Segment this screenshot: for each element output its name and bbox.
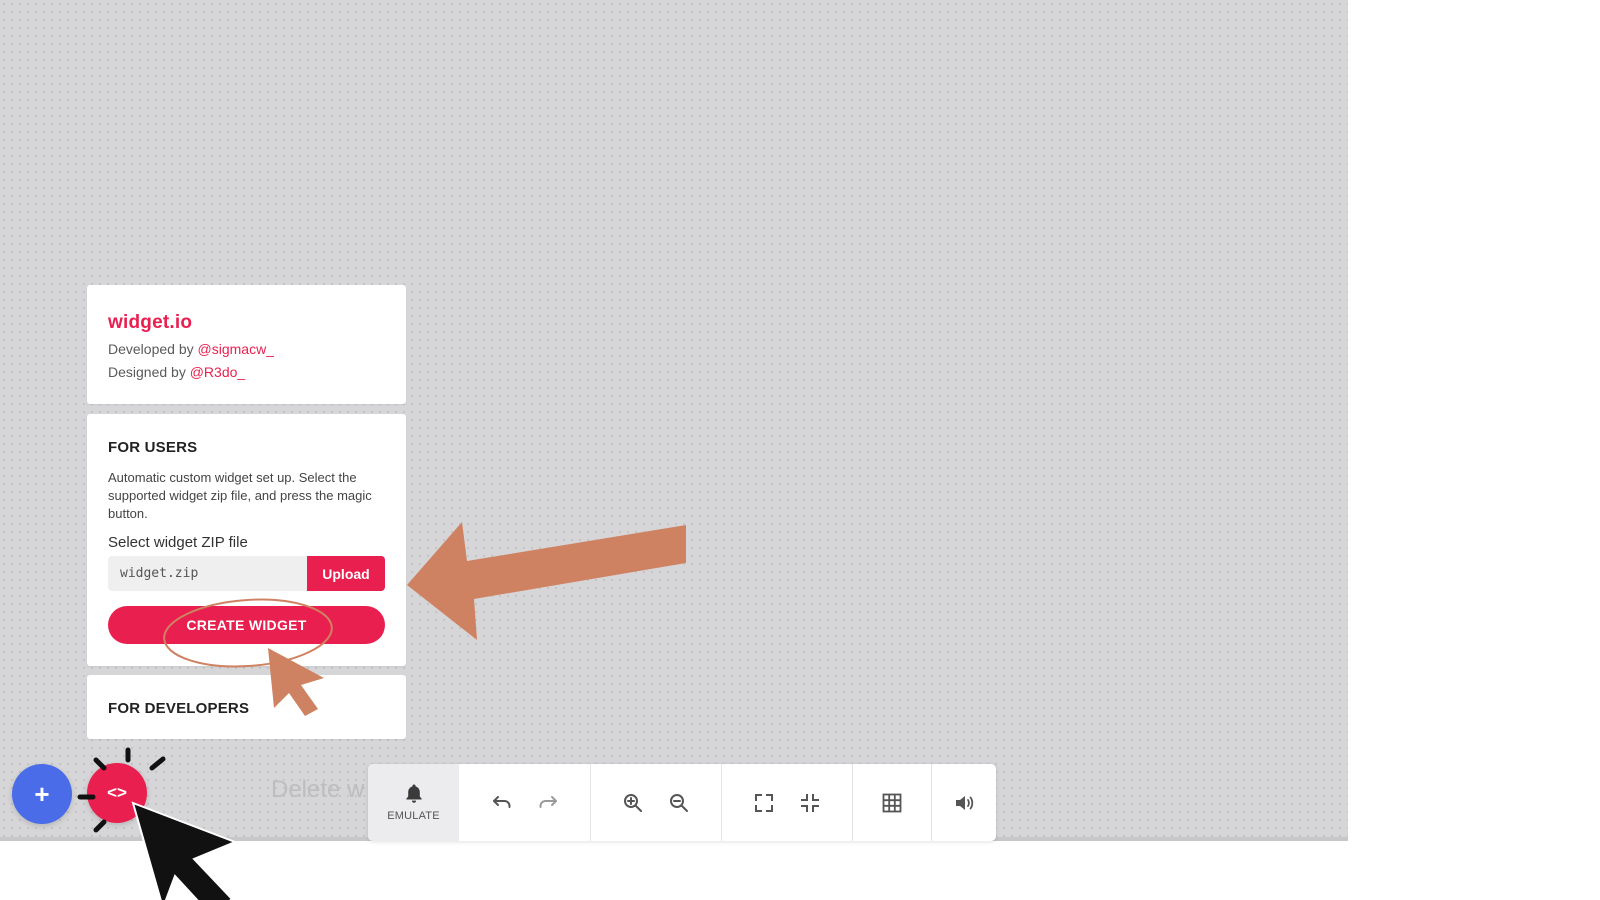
zip-file-field[interactable] xyxy=(108,556,307,591)
redo-icon xyxy=(539,795,557,808)
sound-toggle-button[interactable] xyxy=(941,780,987,826)
developed-by-label: Developed by xyxy=(108,341,194,357)
emulate-button[interactable]: EMULATE xyxy=(368,764,459,841)
fullscreen-icon xyxy=(755,793,773,812)
undo-button[interactable] xyxy=(479,780,525,826)
exit-fullscreen-button[interactable] xyxy=(787,780,833,826)
designer-link[interactable]: @R3do_ xyxy=(190,364,245,380)
add-widget-button[interactable]: + xyxy=(12,764,72,824)
designed-by-label: Designed by xyxy=(108,364,186,380)
zoom-out-button[interactable] xyxy=(656,780,702,826)
bell-icon xyxy=(405,784,422,803)
zip-file-label: Select widget ZIP file xyxy=(108,534,248,551)
history-group xyxy=(459,764,590,841)
zoom-group xyxy=(590,764,721,841)
app-title: widget.io xyxy=(108,312,193,333)
developed-by-line: Developed by @sigmacw_ xyxy=(108,341,274,357)
undo-icon xyxy=(492,795,510,808)
app-info-card: widget.io Developed by @sigmacw_ Designe… xyxy=(87,285,406,404)
upload-button[interactable]: Upload xyxy=(307,556,385,591)
bottom-toolbar: EMULATE xyxy=(368,764,996,841)
exit-fullscreen-icon xyxy=(801,793,819,812)
zoom-in-button[interactable] xyxy=(610,780,656,826)
sound-group xyxy=(931,764,996,841)
create-widget-button[interactable]: CREATE WIDGET xyxy=(108,606,385,644)
volume-icon xyxy=(956,795,974,810)
grid-group xyxy=(852,764,931,841)
designed-by-line: Designed by @R3do_ xyxy=(108,364,245,380)
for-users-description: Automatic custom widget set up. Select t… xyxy=(108,470,372,521)
redo-button[interactable] xyxy=(525,780,571,826)
grid-toggle-button[interactable] xyxy=(869,780,915,826)
grid-icon xyxy=(882,793,902,812)
view-group xyxy=(721,764,852,841)
for-developers-heading: FOR DEVELOPERS xyxy=(108,700,250,717)
zoom-out-icon xyxy=(670,793,688,812)
zoom-in-icon xyxy=(624,793,642,812)
emulate-label: EMULATE xyxy=(387,810,440,822)
for-developers-card[interactable]: FOR DEVELOPERS xyxy=(87,675,406,739)
delete-widget-hint: Delete w xyxy=(271,776,365,803)
developer-link[interactable]: @sigmacw_ xyxy=(198,341,274,357)
for-users-card: FOR USERS Automatic custom widget set up… xyxy=(87,414,406,666)
fullscreen-button[interactable] xyxy=(741,780,787,826)
for-users-heading: FOR USERS xyxy=(108,439,198,456)
code-panel-button[interactable]: <> xyxy=(87,763,147,823)
